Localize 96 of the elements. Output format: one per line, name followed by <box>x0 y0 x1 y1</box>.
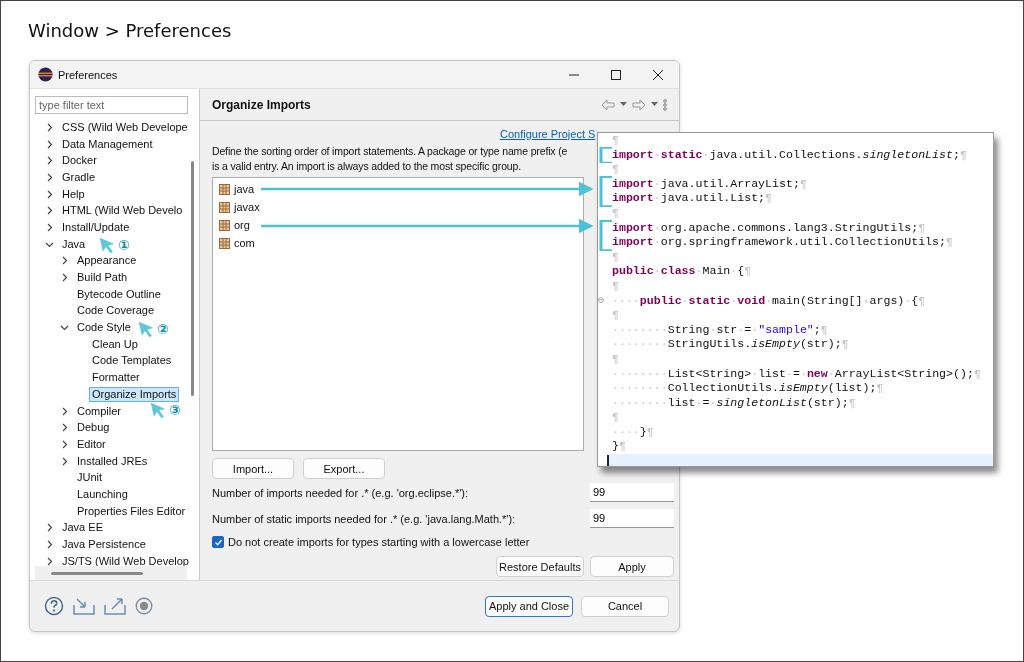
tree-item[interactable]: Code Templates <box>89 353 175 369</box>
page-button[interactable]: Restore Defaults <box>496 556 584 577</box>
import-icon[interactable] <box>73 596 95 616</box>
checkbox[interactable] <box>212 536 224 548</box>
cursor-icon <box>99 237 116 254</box>
code-line: import·org.springframework.util.CollectionUtils;¶ <box>612 235 953 250</box>
filter-field[interactable]: type filter text <box>35 96 188 114</box>
tree-item[interactable]: Formatter <box>89 370 143 386</box>
scrollbar-thumb[interactable] <box>191 161 194 396</box>
tree-item[interactable]: Debug <box>74 420 113 436</box>
code-line: ¶ <box>612 278 619 294</box>
code-line: ¶ <box>612 249 619 265</box>
export-icon[interactable] <box>104 596 126 616</box>
list-item[interactable]: com <box>234 237 255 249</box>
code-line: }¶ <box>612 439 626 455</box>
callout-number: ② <box>157 321 169 337</box>
app-logo-icon <box>38 67 53 82</box>
tree-item[interactable]: Compiler <box>74 403 124 419</box>
tree-item[interactable]: HTML (Wild Web Develo <box>59 203 186 219</box>
tree-item[interactable]: Java EE <box>59 520 106 536</box>
description-text: Define the sorting order of import statements. A package or type name prefix (e <box>212 144 568 159</box>
number-field[interactable]: 99 <box>590 483 674 502</box>
window-title: Preferences <box>58 68 118 81</box>
help-icon[interactable] <box>44 596 64 616</box>
dialog-button[interactable]: Apply and Close <box>485 595 573 617</box>
field-label: Number of static imports needed for .* (e.g. 'java.lang.Math.*'): <box>212 512 516 525</box>
tree-item[interactable]: Clean Up <box>89 336 141 352</box>
code-line: ¶ <box>612 351 619 367</box>
code-line: ········list·=·singletonList(str);¶ <box>612 395 856 411</box>
code-line: ········StringUtils.isEmpty(str);¶ <box>612 337 849 352</box>
bracket-mark <box>599 219 613 251</box>
tree-item[interactable]: Code Style <box>74 320 134 336</box>
cursor-icon <box>150 402 167 419</box>
tree-item[interactable]: Java <box>59 236 89 252</box>
scrollbar-thumb[interactable] <box>51 571 143 575</box>
cursor-icon <box>138 321 155 338</box>
dropdown-icon[interactable] <box>651 102 658 107</box>
list-item[interactable]: javax <box>234 201 260 213</box>
list-item[interactable]: org <box>234 219 250 231</box>
code-line: ········List<String>·list·=·new·ArrayList<String>();¶ <box>612 366 981 382</box>
tree-item[interactable]: Editor <box>74 436 109 452</box>
page-heading: Organize Imports <box>212 97 311 112</box>
field-label: Number of imports needed for .* (e.g. 'org.eclipse.*'): <box>212 486 469 499</box>
code-line: ¶ <box>612 308 619 323</box>
tree-item[interactable]: Docker <box>59 153 100 169</box>
tree-item[interactable]: Organize Imports <box>89 386 180 402</box>
list-item[interactable]: java <box>234 183 255 195</box>
package-icon <box>219 183 230 195</box>
tree-item[interactable]: JS/TS (Wild Web Develop <box>59 553 192 566</box>
tree-item[interactable]: Java Persistence <box>59 537 149 553</box>
checkbox-label: Do not create imports for types starting with a lowercase letter <box>228 536 530 548</box>
tree-item[interactable]: Data Management <box>59 136 156 152</box>
package-icon <box>219 219 230 231</box>
code-line: import·java.util.ArrayList;¶ <box>612 176 807 192</box>
number-field[interactable]: 99 <box>590 509 674 528</box>
page-button[interactable]: Apply <box>590 556 674 577</box>
description-text: is a valid entry. An import is always added to the most specific group. <box>212 159 521 174</box>
tree-item[interactable]: Gradle <box>59 169 99 185</box>
close-icon <box>653 69 663 80</box>
code-line: ¶ <box>612 162 619 177</box>
tree-item[interactable]: CSS (Wild Web Develope <box>59 119 191 135</box>
callout-number: ③ <box>169 402 181 418</box>
code-line: import·static·java.util.Collections.singletonList;¶ <box>612 147 967 163</box>
package-icon <box>219 237 230 249</box>
code-line: ····}¶ <box>612 424 654 440</box>
package-icon <box>219 201 230 213</box>
tree-item[interactable]: Build Path <box>74 270 131 286</box>
configure-link[interactable]: Configure Project S <box>500 128 596 144</box>
tree-item[interactable]: Launching <box>74 486 131 502</box>
code-line: ¶ <box>612 133 619 148</box>
tree-item[interactable]: JUnit <box>74 470 106 486</box>
tree-item[interactable]: Installed JREs <box>74 453 151 469</box>
page-title: Window > Preferences <box>28 19 232 43</box>
code-line: ¶ <box>612 205 619 221</box>
code-line: public·class·Main·{¶ <box>612 264 752 279</box>
code-line: ········CollectionUtils.isEmpty(list);¶ <box>612 381 884 396</box>
list-action-button[interactable]: Import... <box>212 458 294 479</box>
code-line: ¶ <box>612 410 619 425</box>
callout-number: ① <box>118 237 130 253</box>
maximize-icon <box>611 69 621 80</box>
code-line: ⊖ ····public·static·void·main(String[]·args)·{¶ <box>598 293 926 309</box>
bracket-mark <box>599 146 613 164</box>
tree-item[interactable]: Properties Files Editor <box>74 503 189 519</box>
code-line: import·java.util.List;¶ <box>612 191 773 206</box>
list-action-button[interactable]: Export... <box>303 458 385 479</box>
tree-item[interactable]: Help <box>59 186 88 202</box>
tree-item[interactable]: Code Coverage <box>74 303 158 319</box>
code-line: ········String·str·=·"sample";¶ <box>612 322 828 338</box>
tree-item[interactable]: Bytecode Outline <box>74 286 164 302</box>
code-line: import·org.apache.commons.lang3.StringUtils;¶ <box>612 220 926 236</box>
dialog-button[interactable]: Cancel <box>581 595 669 617</box>
record-icon[interactable] <box>135 597 153 615</box>
bracket-mark <box>599 175 613 207</box>
tree-item[interactable]: Install/Update <box>59 219 133 235</box>
tree-item[interactable]: Appearance <box>74 253 140 269</box>
dropdown-icon[interactable] <box>620 102 627 107</box>
